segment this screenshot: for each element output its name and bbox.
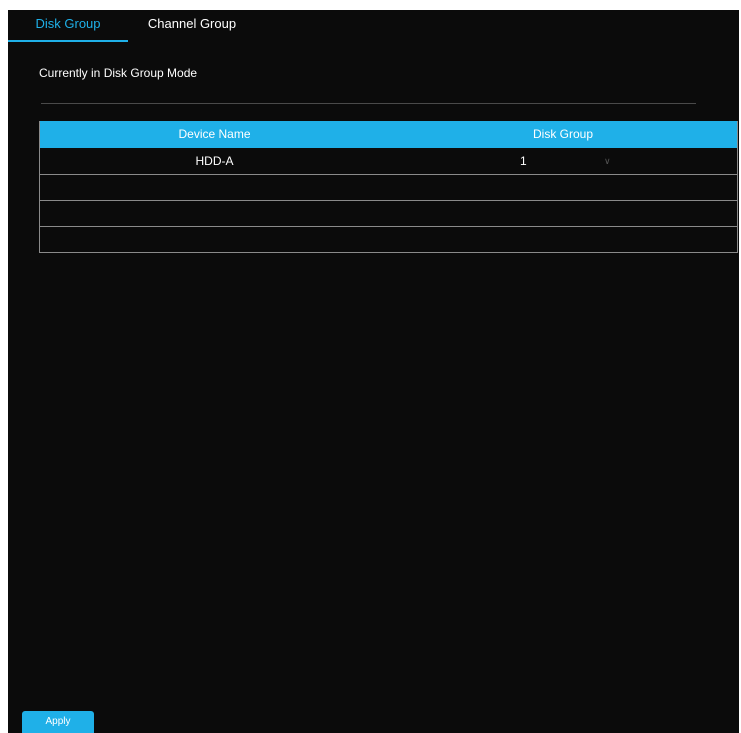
disk-group-value: 1	[520, 154, 527, 168]
disk-group-cell	[389, 201, 737, 226]
device-name-cell	[40, 201, 389, 226]
disk-group-table: Device Name Disk Group HDD-A 1 ∨	[39, 121, 738, 253]
disk-group-cell	[389, 175, 737, 200]
tab-bar: Disk Group Channel Group	[8, 10, 739, 42]
disk-group-panel: Disk Group Channel Group Currently in Di…	[8, 10, 739, 733]
column-header-disk-group: Disk Group	[532, 127, 594, 141]
disk-group-cell	[389, 227, 737, 252]
apply-button[interactable]: Apply	[22, 711, 94, 733]
table-row: HDD-A 1 ∨	[40, 148, 737, 174]
disk-group-cell: 1 ∨	[389, 148, 737, 174]
column-header-device-name: Device Name	[178, 127, 251, 141]
device-name-cell	[40, 175, 389, 200]
divider	[41, 103, 696, 104]
table-row	[40, 226, 737, 252]
device-name-cell: HDD-A	[195, 154, 234, 168]
tab-disk-group[interactable]: Disk Group	[8, 10, 128, 42]
disk-group-select[interactable]: 1 ∨	[520, 148, 620, 174]
table-header: Device Name Disk Group	[40, 121, 737, 148]
chevron-down-icon: ∨	[604, 156, 611, 166]
tab-channel-group[interactable]: Channel Group	[132, 10, 252, 42]
table-row	[40, 200, 737, 226]
table-row	[40, 174, 737, 200]
mode-status-text: Currently in Disk Group Mode	[39, 66, 198, 80]
device-name-cell	[40, 227, 389, 252]
table-body: HDD-A 1 ∨	[40, 148, 737, 252]
